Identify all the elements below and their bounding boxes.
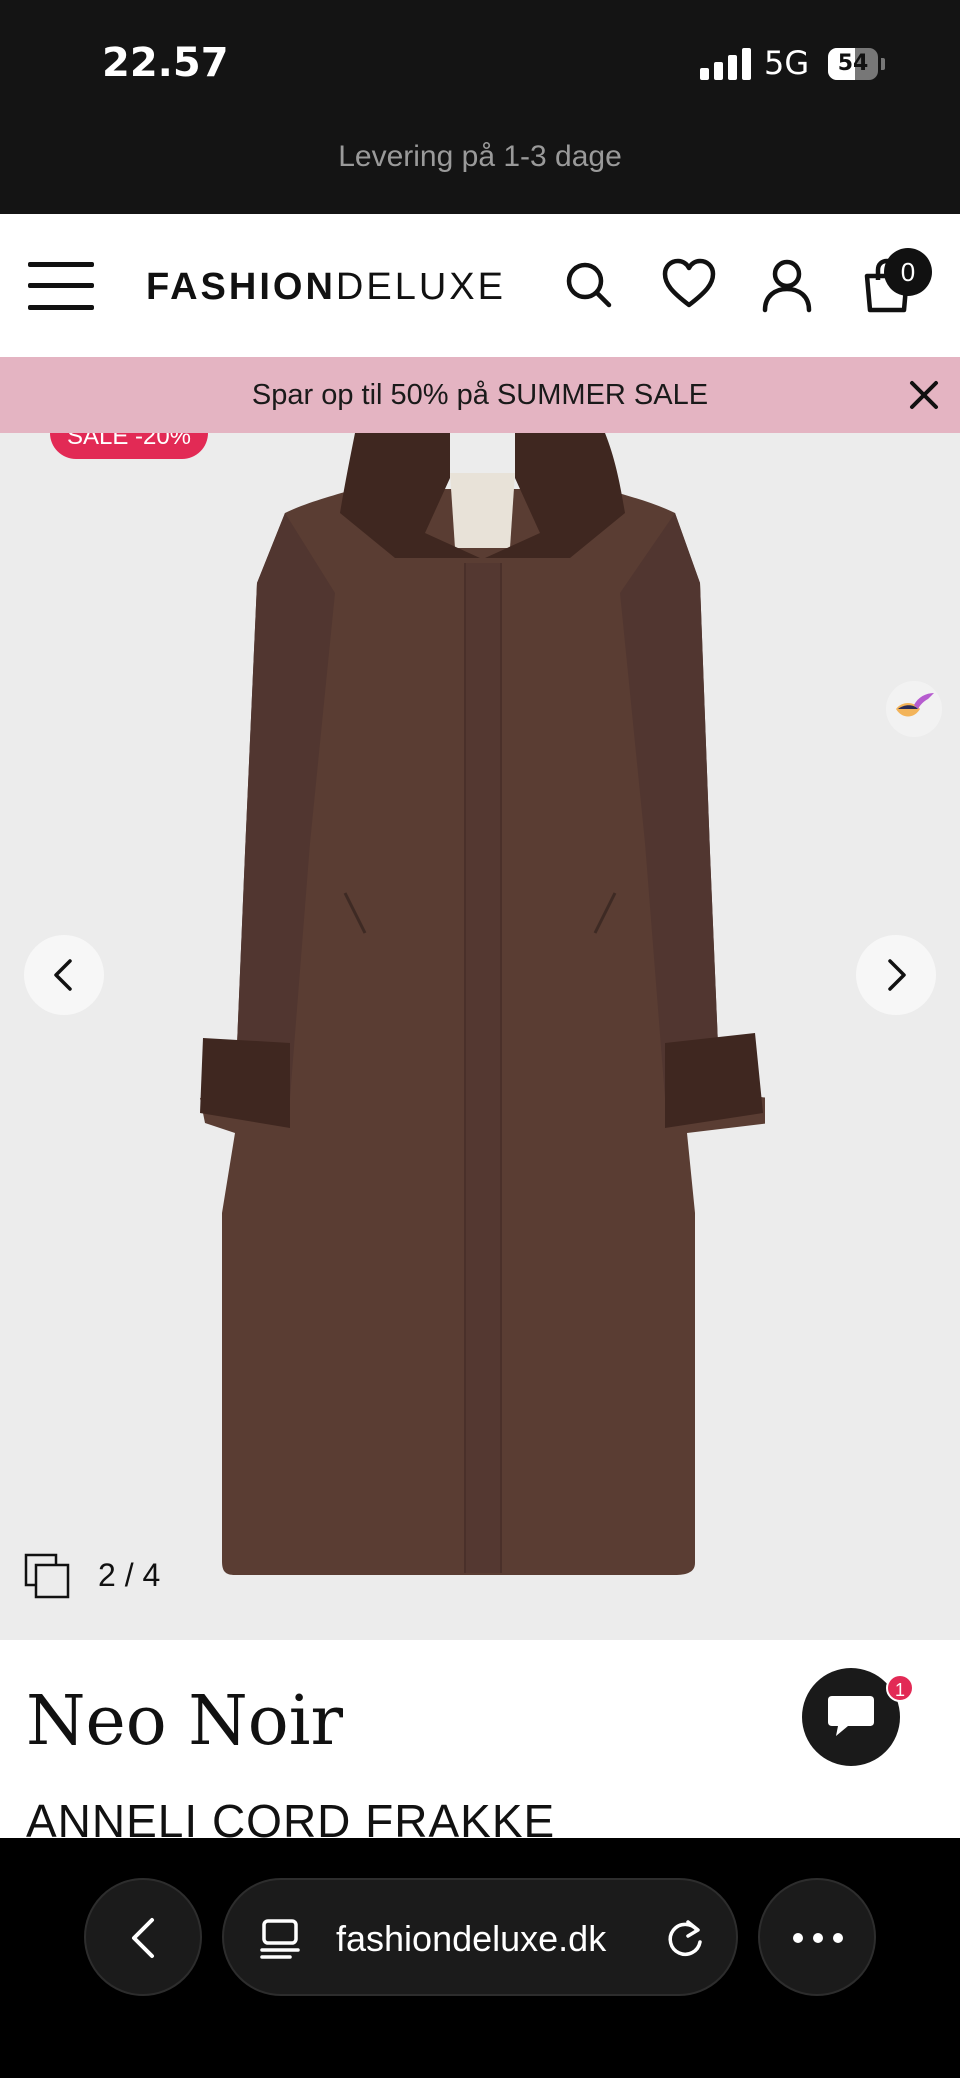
browser-toolbar: fashiondeluxe.dk: [0, 1838, 960, 2078]
product-gallery[interactable]: SALE -20% 2 / 4: [0, 433, 960, 1640]
user-icon[interactable]: [758, 256, 816, 314]
more-icon: [793, 1933, 843, 1943]
chat-notification-badge: 1: [886, 1674, 914, 1702]
battery-level: 54: [837, 51, 869, 76]
chat-icon: [828, 1696, 874, 1736]
address-bar[interactable]: fashiondeluxe.dk: [222, 1878, 738, 1996]
status-time: 22.57: [102, 40, 229, 86]
reload-icon[interactable]: [664, 1918, 706, 1960]
gallery-next-button[interactable]: [856, 935, 936, 1015]
gallery-images-icon: [24, 1553, 70, 1599]
logo-light: DELUXE: [335, 266, 506, 308]
promo-banner[interactable]: Spar op til 50% på SUMMER SALE: [0, 357, 960, 433]
battery-tip: [881, 58, 885, 70]
product-name: ANNELI CORD FRAKKE: [26, 1795, 556, 1838]
signal-icon: [700, 48, 752, 80]
page-menu-icon[interactable]: [260, 1918, 300, 1960]
product-image-coat: [200, 433, 765, 1575]
menu-icon[interactable]: [28, 262, 94, 310]
product-info: Neo Noir ANNELI CORD FRAKKE 1: [0, 1640, 960, 1838]
browser-back-button[interactable]: [84, 1878, 202, 1996]
site-header: FASHIONDELUXE 0: [0, 214, 960, 357]
chevron-right-icon: [888, 959, 906, 991]
gallery-counter: 2 / 4: [98, 1557, 161, 1593]
status-bar: 22.57 5G 54 Levering på 1-3 dage: [0, 0, 960, 214]
url-text[interactable]: fashiondeluxe.dk: [336, 1918, 606, 1960]
chevron-left-icon: [54, 959, 72, 991]
product-brand[interactable]: Neo Noir: [26, 1682, 343, 1761]
close-icon[interactable]: [904, 375, 944, 415]
logo-bold: FASHION: [146, 266, 336, 308]
chevron-left-icon: [132, 1918, 154, 1958]
gallery-prev-button[interactable]: [24, 935, 104, 1015]
delivery-banner: Levering på 1-3 dage: [338, 140, 622, 173]
browser-more-button[interactable]: [758, 1878, 876, 1996]
heart-icon[interactable]: [660, 256, 718, 314]
promo-text: Spar op til 50% på SUMMER SALE: [251, 379, 709, 411]
sale-badge: SALE -20%: [50, 433, 208, 459]
chat-button[interactable]: [802, 1668, 900, 1766]
site-logo[interactable]: FASHIONDELUXE: [146, 266, 506, 309]
search-icon[interactable]: [560, 256, 618, 314]
network-type: 5G: [764, 44, 810, 82]
cart-count-badge: 0: [884, 248, 932, 296]
bird-logo-icon[interactable]: [884, 679, 944, 739]
battery-icon: 54: [828, 48, 878, 80]
